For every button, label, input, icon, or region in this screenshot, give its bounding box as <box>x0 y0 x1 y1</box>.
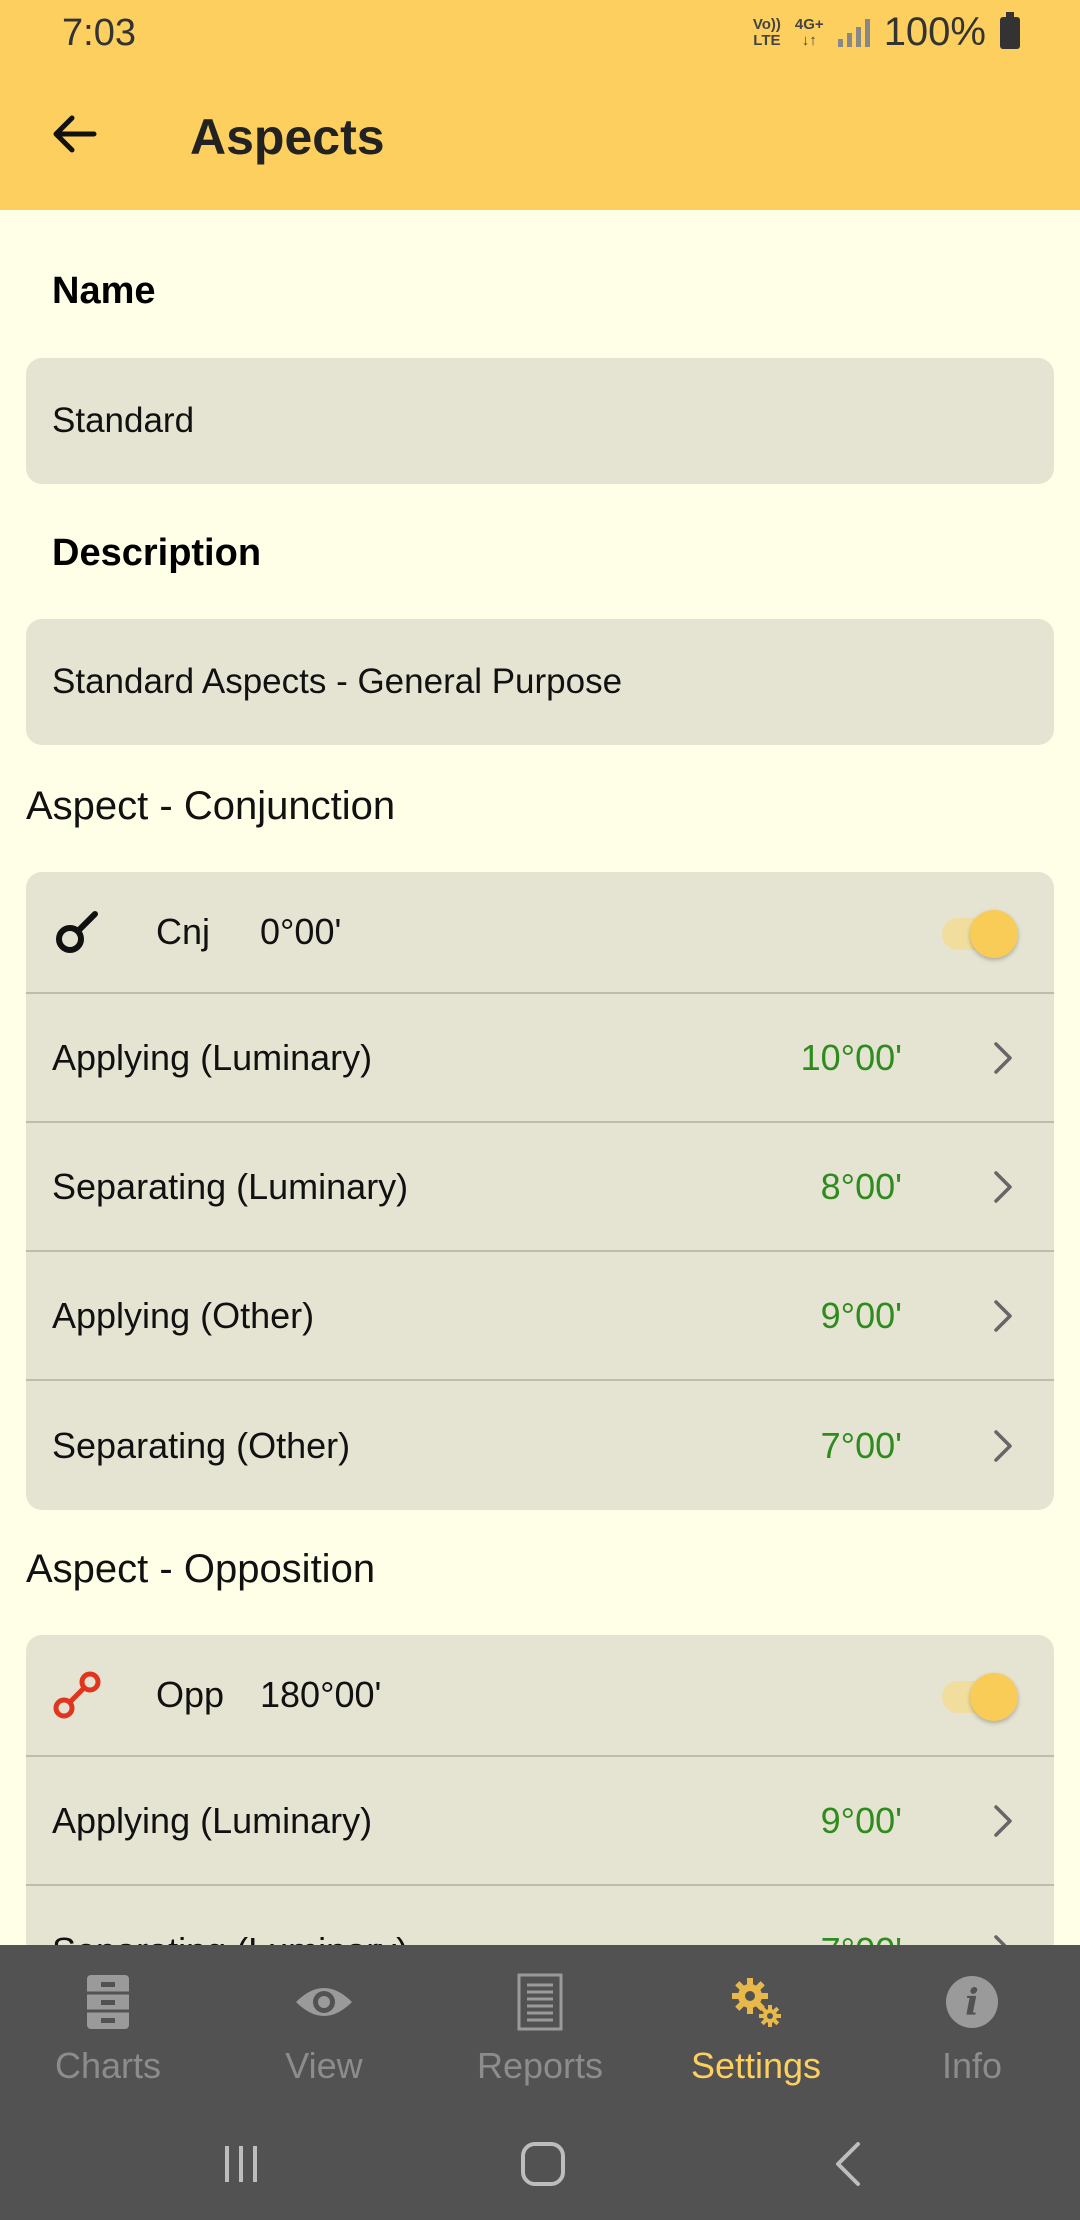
nav-reports[interactable]: Reports <box>432 1945 648 2110</box>
nav-label: View <box>285 2045 363 2086</box>
info-icon: i <box>937 1971 1007 2033</box>
orb-label: Applying (Other) <box>52 1294 315 1336</box>
aspect-card-conjunction: Cnj 0°00' Applying (Luminary) 10°00' Sep… <box>26 872 1054 1510</box>
aspect-enabled-toggle[interactable] <box>942 910 1018 958</box>
section-title-opposition: Aspect - Opposition <box>26 1547 376 1591</box>
status-icons: Vo)) LTE 4G+ ↓↑ 100% <box>753 10 1020 55</box>
orb-label: Separating (Luminary) <box>52 1930 1054 1946</box>
bottom-navigation: Charts View Reports Settings i Info <box>0 1945 1080 2110</box>
nav-view[interactable]: View <box>216 1945 432 2110</box>
aspect-abbr: Cnj <box>156 911 211 952</box>
status-time: 7:03 <box>62 12 136 54</box>
section-title-conjunction: Aspect - Conjunction <box>26 784 396 828</box>
orb-row[interactable]: Separating (Luminary) 7°00' <box>26 1886 1054 1945</box>
battery-icon <box>1000 11 1020 49</box>
aspect-header: Cnj 0°00' <box>26 872 1054 994</box>
aspects-form: Name Standard Description Standard Aspec… <box>0 210 1080 1945</box>
chevron-right-icon <box>990 1426 1016 1466</box>
aspect-angle: 0°00' <box>260 911 342 952</box>
home-icon <box>521 2142 565 2186</box>
nav-label: Settings <box>690 2045 822 2086</box>
nav-label: Reports <box>476 2045 604 2086</box>
aspect-abbr: Opp <box>156 1674 225 1715</box>
battery-percentage: 100% <box>883 10 986 54</box>
eye-icon <box>289 1971 359 2033</box>
description-field-value: Standard Aspects - General Purpose <box>52 662 623 701</box>
orb-label: Applying (Luminary) <box>52 1799 373 1841</box>
orb-value: 9°00' <box>820 1799 902 1841</box>
orb-value: 9°00' <box>820 1294 902 1336</box>
signal-icon <box>837 18 870 47</box>
chevron-right-icon <box>990 1931 1016 1945</box>
description-label: Description <box>52 532 262 574</box>
orb-value: 7°00' <box>820 1424 902 1466</box>
app-bar: 7:03 Vo)) LTE 4G+ ↓↑ 100% Aspects <box>0 0 1080 210</box>
orb-value: 8°00' <box>820 1165 902 1207</box>
opposition-icon <box>52 1670 102 1720</box>
orb-row[interactable]: Applying (Luminary) 9°00' <box>26 1757 1054 1886</box>
recent-apps-icon <box>225 2146 257 2182</box>
orb-value: 7°00' <box>821 1930 902 1946</box>
system-back-button[interactable] <box>812 2134 882 2194</box>
network-type-indicator: 4G+ ↓↑ <box>794 15 824 49</box>
orb-label: Applying (Luminary) <box>52 1036 373 1078</box>
aspect-enabled-toggle[interactable] <box>942 1673 1018 1721</box>
name-field[interactable]: Standard <box>26 358 1054 484</box>
name-field-value: Standard <box>52 401 195 440</box>
orb-row[interactable]: Applying (Luminary) 10°00' <box>26 994 1054 1123</box>
file-cabinet-icon <box>73 1971 143 2033</box>
orb-row[interactable]: Applying (Other) 9°00' <box>26 1252 1054 1381</box>
aspect-angle: 180°00' <box>260 1674 382 1715</box>
gears-icon <box>721 1971 791 2033</box>
nav-info[interactable]: i Info <box>864 1945 1080 2110</box>
chevron-left-icon <box>836 2142 860 2186</box>
arrow-left-icon <box>53 115 97 153</box>
name-label: Name <box>52 270 156 312</box>
chevron-right-icon <box>990 1801 1016 1841</box>
chevron-right-icon <box>990 1167 1016 1207</box>
nav-label: Info <box>941 2045 1003 2086</box>
orb-row[interactable]: Separating (Other) 7°00' <box>26 1381 1054 1510</box>
nav-label: Charts <box>54 2045 162 2086</box>
nav-settings[interactable]: Settings <box>648 1945 864 2110</box>
home-button[interactable] <box>508 2134 578 2194</box>
nav-charts[interactable]: Charts <box>0 1945 216 2110</box>
aspect-header: Opp 180°00' <box>26 1635 1054 1757</box>
chevron-right-icon <box>990 1038 1016 1078</box>
back-button[interactable] <box>40 100 108 168</box>
recent-apps-button[interactable] <box>206 2134 276 2194</box>
orb-label: Separating (Other) <box>52 1424 351 1466</box>
chevron-right-icon <box>990 1296 1016 1336</box>
orb-label: Separating (Luminary) <box>52 1165 409 1207</box>
orb-value: 10°00' <box>800 1036 902 1078</box>
aspect-card-opposition: Opp 180°00' Applying (Luminary) 9°00' Se… <box>26 1635 1054 1945</box>
document-icon <box>505 1971 575 2033</box>
volte-indicator: Vo)) LTE <box>752 15 781 49</box>
system-navigation-bar <box>0 2110 1080 2220</box>
page-title: Aspects <box>190 109 385 165</box>
conjunction-icon <box>52 907 102 957</box>
orb-row[interactable]: Separating (Luminary) 8°00' <box>26 1123 1054 1252</box>
description-field[interactable]: Standard Aspects - General Purpose <box>26 619 1054 745</box>
svg-text:i: i <box>965 1982 979 2024</box>
